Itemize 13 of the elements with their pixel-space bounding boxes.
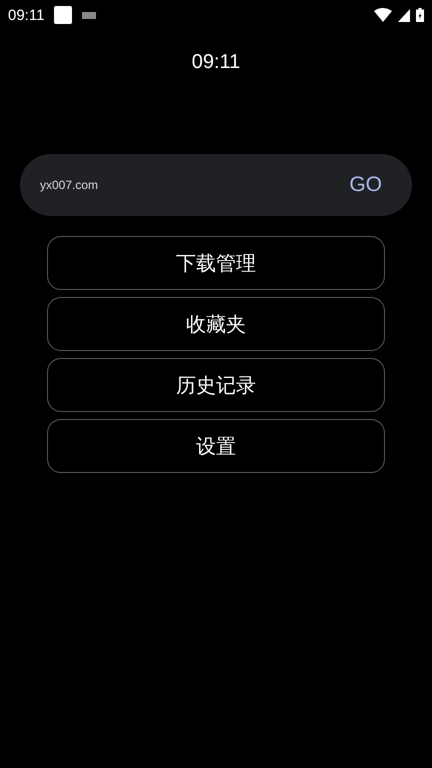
menu-button[interactable]: 设置 — [47, 419, 385, 473]
status-time: 09:11 — [8, 6, 44, 24]
keyboard-icon — [82, 12, 96, 18]
address-field[interactable]: yx007.com GO — [20, 154, 412, 216]
battery-icon — [416, 8, 424, 22]
menu-button[interactable]: 收藏夹 — [47, 297, 385, 351]
signal-icon — [398, 8, 410, 22]
app-icon — [54, 6, 72, 24]
clock-time: 09:11 — [192, 51, 240, 74]
wifi-icon — [374, 8, 392, 22]
menu-button[interactable]: 下载管理 — [47, 236, 385, 290]
menu-button[interactable]: 历史记录 — [47, 358, 385, 412]
go-button[interactable]: GO — [337, 169, 394, 201]
